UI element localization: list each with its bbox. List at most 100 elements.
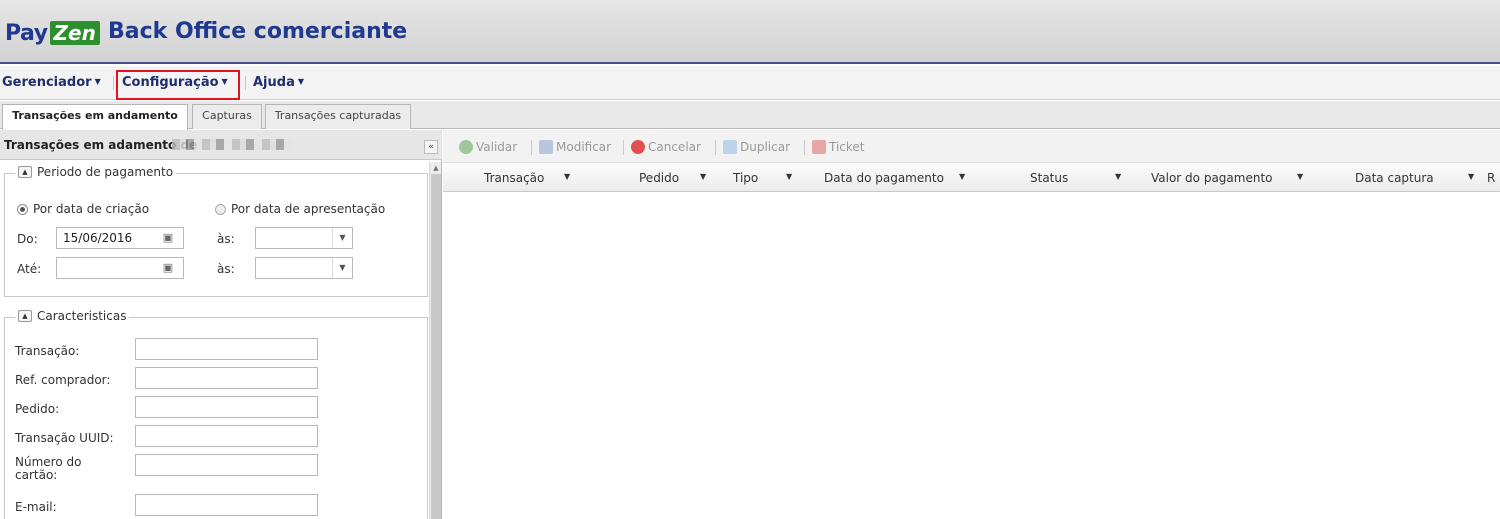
cancelar-button[interactable]: Cancelar: [631, 140, 701, 154]
column-menu-icon[interactable]: ▼: [1115, 172, 1121, 181]
column-tipo[interactable]: Tipo: [733, 171, 758, 185]
menu-ajuda-label: Ajuda: [253, 75, 295, 90]
duplicar-button[interactable]: Duplicar: [723, 140, 790, 154]
modificar-label: Modificar: [556, 140, 612, 154]
caracteristicas-legend-label: Caracteristicas: [37, 309, 127, 323]
logo-zen-text: Zen: [49, 21, 100, 45]
scroll-up-icon[interactable]: ▲: [430, 162, 442, 174]
actions-toolbar: Validar Modificar Cancelar Duplicar Tick…: [443, 130, 1500, 163]
logo-pay-text: Pay: [5, 20, 48, 46]
transactions-grid-header: Transação ▼ Pedido ▼ Tipo ▼ Data do paga…: [443, 164, 1500, 192]
search-panel-header: Transações em adamento de «: [0, 130, 442, 160]
column-menu-icon[interactable]: ▼: [1297, 172, 1303, 181]
column-transacao[interactable]: Transação: [484, 171, 544, 185]
periodo-legend[interactable]: ▲ Periodo de pagamento: [15, 165, 177, 179]
cancelar-label: Cancelar: [648, 140, 701, 154]
edit-icon: [539, 140, 553, 154]
periodo-fieldset: ▲ Periodo de pagamento Por data de criaç…: [4, 165, 428, 297]
menu-divider: [245, 76, 246, 90]
column-r[interactable]: R: [1487, 171, 1495, 185]
highlight-box: [116, 70, 240, 100]
tab-transacoes-capturadas[interactable]: Transações capturadas: [265, 104, 411, 129]
radio-data-criacao-label: Por data de criação: [33, 202, 150, 216]
duplicate-icon: [723, 140, 737, 154]
toolbar-divider: [804, 140, 805, 155]
field-label-email: E-mail:: [15, 500, 57, 514]
do-label: Do:: [17, 232, 38, 246]
panel-scrollbar[interactable]: ▲: [429, 162, 441, 519]
ate-label: Até:: [17, 262, 42, 276]
column-valor-pagamento[interactable]: Valor do pagamento: [1151, 171, 1273, 185]
scroll-thumb[interactable]: [431, 174, 441, 519]
payzen-logo[interactable]: Pay Zen: [5, 20, 100, 46]
ticket-label: Ticket: [829, 140, 865, 154]
toolbar-divider: [531, 140, 532, 155]
search-panel: Transações em adamento de « ▲ ▲ Periodo …: [0, 130, 442, 519]
caracteristicas-fieldset: ▲ Caracteristicas Transação: Ref. compra…: [4, 309, 428, 519]
do-time-select[interactable]: ▼: [255, 227, 353, 249]
toolbar-divider: [715, 140, 716, 155]
numero-cartao-input[interactable]: [135, 454, 318, 476]
chevron-down-icon: ▼: [332, 228, 352, 248]
menu-gerenciador[interactable]: Gerenciador ▼: [2, 75, 101, 90]
column-data-captura[interactable]: Data captura: [1355, 171, 1434, 185]
duplicar-label: Duplicar: [740, 140, 791, 154]
tab-capturas[interactable]: Capturas: [192, 104, 262, 129]
check-icon: [459, 140, 473, 154]
ticket-button[interactable]: Ticket: [812, 140, 865, 154]
caracteristicas-legend[interactable]: ▲ Caracteristicas: [15, 309, 130, 323]
blurred-merchant-name: [172, 139, 292, 150]
collapse-up-icon[interactable]: ▲: [18, 310, 32, 322]
tab-bar: Transações em andamento Capturas Transaç…: [0, 101, 1500, 130]
field-label-transacao-uuid: Transação UUID:: [15, 431, 114, 445]
transacao-input[interactable]: [135, 338, 318, 360]
as-label: às:: [217, 232, 235, 246]
toolbar-divider: [623, 140, 624, 155]
radio-data-apresentacao[interactable]: [215, 204, 226, 215]
collapse-panel-icon[interactable]: «: [424, 140, 438, 154]
calendar-icon[interactable]: ▣: [160, 260, 176, 276]
column-status[interactable]: Status: [1030, 171, 1068, 185]
field-label-pedido: Pedido:: [15, 402, 60, 416]
radio-data-apresentacao-label: Por data de apresentação: [231, 202, 386, 216]
page-title: Back Office comerciante: [108, 19, 408, 44]
pedido-input[interactable]: [135, 396, 318, 418]
transacao-uuid-input[interactable]: [135, 425, 318, 447]
column-menu-icon[interactable]: ▼: [786, 172, 792, 181]
column-pedido[interactable]: Pedido: [639, 171, 679, 185]
email-input[interactable]: [135, 494, 318, 516]
tab-label: Transações em andamento: [12, 109, 178, 122]
field-label-numero-cartao: Número do cartão:: [15, 455, 82, 482]
column-menu-icon[interactable]: ▼: [564, 172, 570, 181]
validar-label: Validar: [476, 140, 518, 154]
collapse-up-icon[interactable]: ▲: [18, 166, 32, 178]
validar-button[interactable]: Validar: [459, 140, 517, 154]
tab-label: Capturas: [202, 109, 252, 122]
column-menu-icon[interactable]: ▼: [700, 172, 706, 181]
tab-transacoes-em-andamento[interactable]: Transações em andamento: [2, 104, 188, 130]
column-menu-icon[interactable]: ▼: [959, 172, 965, 181]
periodo-legend-label: Periodo de pagamento: [37, 165, 174, 179]
menu-ajuda[interactable]: Ajuda ▼: [253, 75, 304, 90]
pdf-icon: [812, 140, 826, 154]
cancel-icon: [631, 140, 645, 154]
column-data-pagamento[interactable]: Data do pagamento: [824, 171, 944, 185]
field-label-transacao: Transação:: [15, 344, 80, 358]
caret-down-icon: ▼: [297, 77, 305, 86]
chevron-down-icon: ▼: [332, 258, 352, 278]
transactions-grid-body[interactable]: [443, 193, 1500, 519]
search-panel-title: Transações em adamento de: [4, 138, 198, 152]
tab-label: Transações capturadas: [274, 109, 402, 122]
ref-comprador-input[interactable]: [135, 367, 318, 389]
column-menu-icon[interactable]: ▼: [1468, 172, 1474, 181]
field-label-ref-comprador: Ref. comprador:: [15, 373, 111, 387]
ate-time-select[interactable]: ▼: [255, 257, 353, 279]
radio-data-criacao[interactable]: [17, 204, 28, 215]
menu-gerenciador-label: Gerenciador: [2, 75, 92, 90]
calendar-icon[interactable]: ▣: [160, 230, 176, 246]
menu-divider: [113, 76, 114, 90]
caret-down-icon: ▼: [94, 77, 101, 86]
as-label: às:: [217, 262, 235, 276]
modificar-button[interactable]: Modificar: [539, 140, 611, 154]
app-header: Pay Zen Back Office comerciante: [0, 0, 1500, 64]
